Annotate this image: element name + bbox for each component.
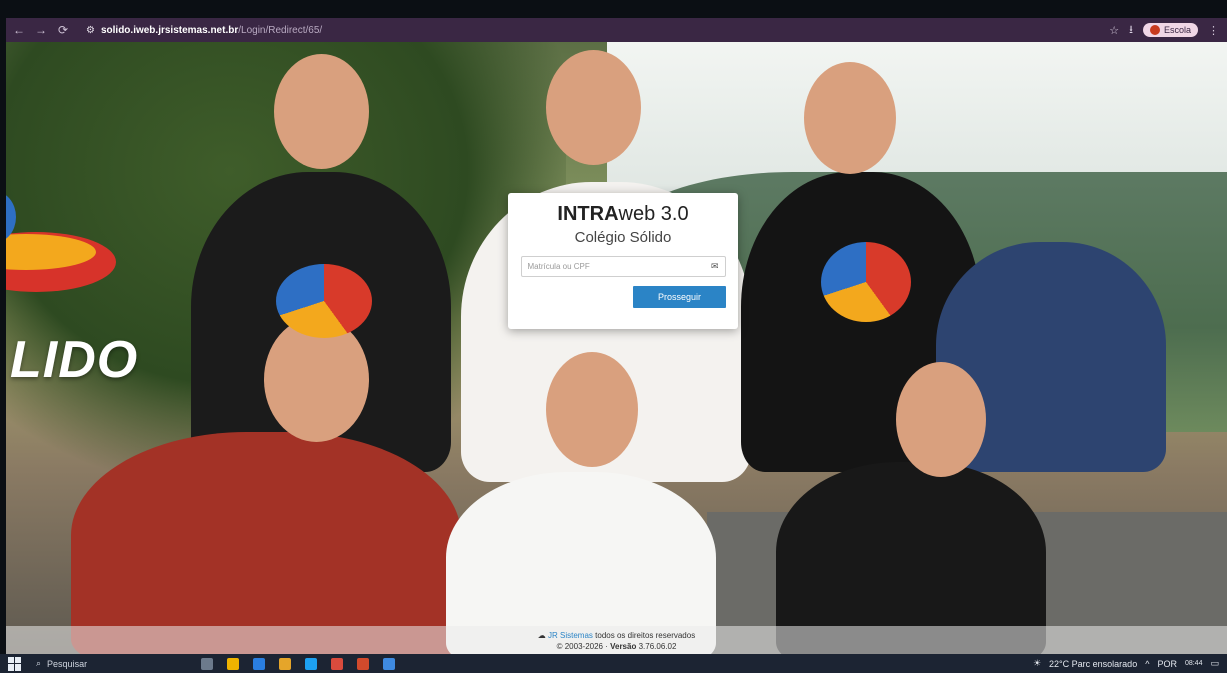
back-icon[interactable]: ← [10, 21, 28, 39]
title-bold: INTRA [557, 203, 619, 225]
copyright-text: © 2003-2026 [556, 642, 603, 651]
chrome-icon[interactable] [331, 657, 343, 670]
solido-logo-icon [6, 195, 116, 292]
footer: ☁ JR Sistemas todos os direitos reservad… [6, 626, 1227, 654]
url-path: /Login/Redirect/65/ [238, 24, 323, 36]
file-explorer-icon[interactable] [227, 657, 239, 670]
tray-chevron-icon[interactable]: ^ [1145, 659, 1149, 669]
search-icon: ⌕ [36, 658, 42, 668]
url-domain: solido.iweb.jrsistemas.net.br [100, 24, 239, 36]
login-card: INTRAweb 3.0 Colégio Sólido ✉ Prosseguir [508, 193, 738, 329]
app-icon[interactable] [279, 657, 291, 670]
page-title: INTRAweb 3.0 [508, 203, 738, 226]
clock-time: 08:44 [1184, 659, 1203, 667]
edge-icon[interactable] [253, 657, 265, 670]
login-field-wrapper: ✉ [520, 256, 726, 277]
weather-icon[interactable]: ☀ [1033, 658, 1041, 669]
avatar [1149, 25, 1160, 35]
school-logo-text: LIDO [10, 331, 139, 389]
notification-icon[interactable]: ▭ [1210, 658, 1219, 669]
cloud-icon: ☁ [537, 631, 546, 640]
version-label: Versão [610, 642, 637, 651]
school-name: Colégio Sólido [574, 229, 672, 246]
menu-icon[interactable]: ⋮ [1208, 24, 1219, 37]
version-value: 3.76.06.02 [638, 642, 677, 651]
rights-text: todos os direitos reservados [595, 631, 696, 640]
taskbar: ⌕ Pesquisar ☀ 22°C Parc ensolarado ^ POR… [0, 654, 1227, 673]
forward-icon[interactable]: → [32, 21, 50, 39]
star-icon[interactable]: ☆ [1109, 24, 1119, 37]
clock[interactable]: 08:44 [1185, 660, 1203, 668]
reload-icon[interactable]: ⟳ [54, 21, 72, 39]
outlook-icon[interactable] [383, 657, 395, 670]
taskbar-apps [201, 657, 395, 670]
store-icon[interactable] [305, 657, 317, 670]
taskbar-search-label: Pesquisar [47, 658, 88, 669]
profile-label: Escola [1163, 25, 1191, 35]
taskbar-search[interactable]: ⌕ Pesquisar [36, 658, 146, 669]
download-icon[interactable]: ⭳ [1129, 21, 1133, 40]
browser-toolbar: ← → ⟳ ⚙ solido.iweb.jrsistemas.net.br/Lo… [6, 18, 1227, 42]
address-bar[interactable]: ⚙ solido.iweb.jrsistemas.net.br/Login/Re… [80, 21, 328, 39]
language-indicator[interactable]: POR [1157, 659, 1177, 669]
company-link[interactable]: JR Sistemas [548, 631, 593, 640]
login-page: LIDO INTRAweb 3.0 Colégio Sólido ✉ Pross… [6, 42, 1227, 654]
weather-text[interactable]: 22°C Parc ensolarado [1049, 659, 1137, 669]
site-info-icon[interactable]: ⚙ [86, 25, 95, 36]
proceed-button[interactable]: Prosseguir [633, 286, 726, 308]
title-rest: web 3.0 [618, 203, 689, 225]
task-view-icon[interactable] [201, 657, 213, 670]
mail-icon: ✉ [710, 261, 719, 271]
chrome-profile-icon[interactable] [357, 657, 369, 670]
profile-button[interactable]: Escola [1142, 23, 1198, 37]
registration-or-cpf-input[interactable] [527, 262, 698, 271]
windows-start-icon[interactable] [8, 656, 22, 671]
